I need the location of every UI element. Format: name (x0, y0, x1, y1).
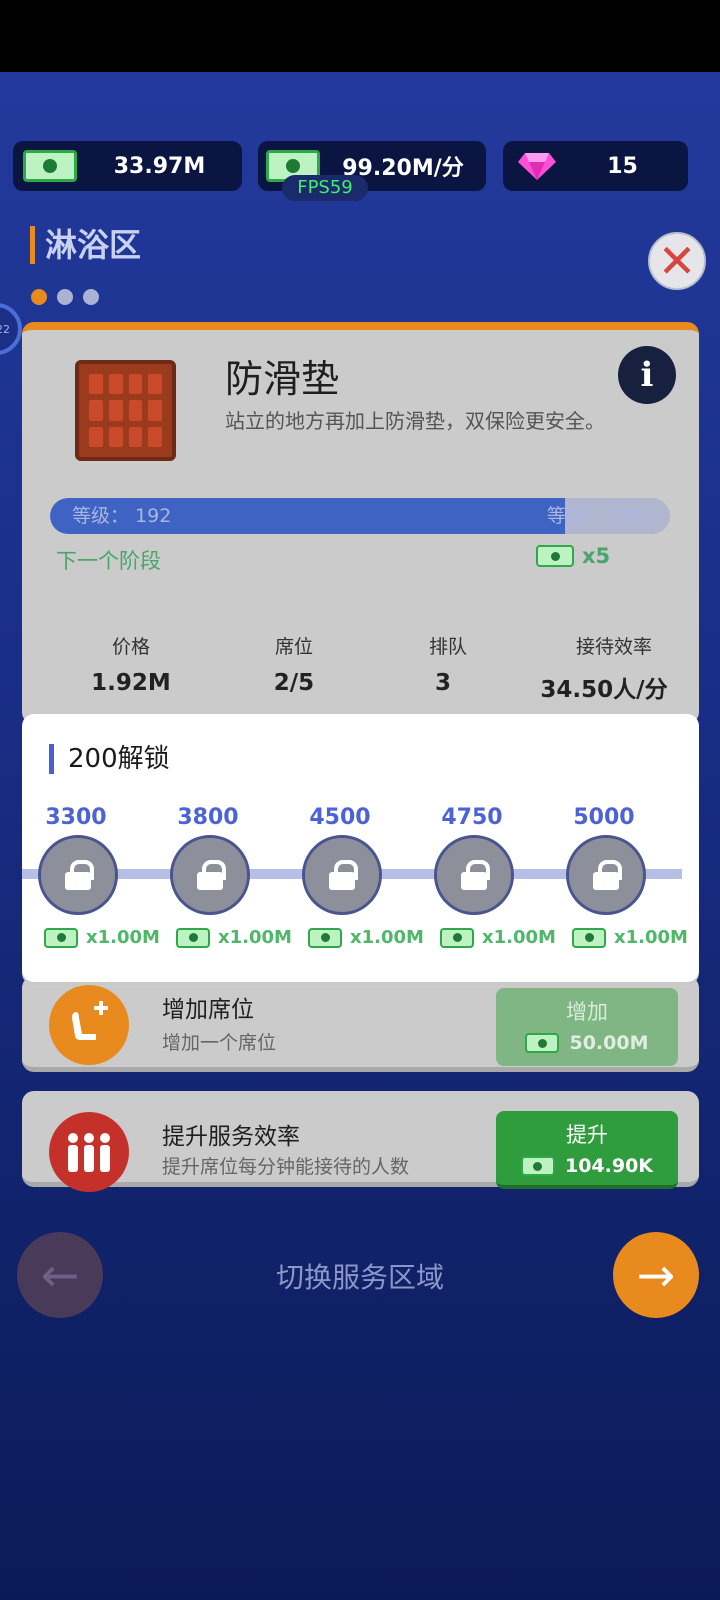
level-current: 等级： 192 (72, 505, 172, 527)
cash-icon (44, 927, 78, 948)
item-name: 防滑垫 (225, 357, 340, 401)
milestone-cost: x1.00M (176, 927, 292, 948)
efficiency-subtitle: 提升席位每分钟能接待的人数 (162, 1156, 410, 1178)
cash-icon (308, 927, 342, 948)
gem-icon (518, 153, 556, 180)
info-button[interactable]: i (618, 346, 676, 404)
milestone-toilet-icon[interactable] (170, 835, 250, 915)
milestone-cost-value: x1.00M (350, 927, 424, 948)
milestone-bath-icon[interactable] (302, 835, 382, 915)
add-seat-button-label: 增加 (566, 1000, 608, 1024)
cash-icon (536, 545, 574, 567)
page-dot-active (31, 289, 47, 305)
milestone-cost-value: x1.00M (86, 927, 160, 948)
stat-label-queue: 排队 (428, 636, 467, 658)
close-icon: ✕ (657, 234, 697, 288)
cash-icon (440, 927, 474, 948)
area-title: 淋浴区 (30, 226, 141, 264)
add-seat-icon (49, 985, 129, 1065)
upgrade-efficiency-button[interactable]: 提升 104.90K (496, 1111, 678, 1189)
anti-slip-mat-icon (75, 360, 176, 461)
milestone-level: 5000 (573, 805, 635, 830)
cash-counter: 33.97M (13, 141, 242, 191)
add-seat-cost: 50.00M (496, 1032, 678, 1054)
cash-icon (520, 1156, 555, 1176)
milestone-level: 3800 (177, 805, 239, 830)
add-seat-button[interactable]: 增加 50.00M (496, 988, 678, 1066)
item-description: 站立的地方再加上防滑垫，双保险更安全。 (225, 409, 605, 433)
milestone-cost-value: x1.00M (614, 927, 688, 948)
prev-area-button[interactable]: ← (17, 1232, 103, 1318)
add-seat-title: 增加席位 (162, 997, 254, 1023)
milestone-cost: x1.00M (572, 927, 688, 948)
milestone-shower-icon[interactable] (434, 835, 514, 915)
milestone-toilet-icon[interactable] (38, 835, 118, 915)
cash-icon (176, 927, 210, 948)
milestone-cost-value: x1.00M (482, 927, 556, 948)
lock-icon (329, 860, 358, 890)
close-button[interactable]: ✕ (648, 232, 706, 290)
upgrade-cost-value: 104.90K (564, 1155, 654, 1177)
reward-value: x5 (582, 544, 611, 568)
page-indicator (31, 289, 99, 305)
milestone-cost: x1.00M (44, 927, 160, 948)
next-area-button[interactable]: → (613, 1232, 699, 1318)
arrow-right-icon: → (636, 1248, 676, 1302)
stat-value-efficiency: 34.50人/分 (540, 677, 668, 703)
add-seat-subtitle: 增加一个席位 (162, 1032, 277, 1054)
stat-value-price: 1.92M (91, 670, 171, 696)
stat-label-price: 价格 (111, 636, 150, 658)
level-progress-bar: 等级： 192 等级： 200 (50, 498, 670, 534)
switch-area-label: 切换服务区域 (275, 1261, 444, 1294)
milestone-cost: x1.00M (440, 927, 556, 948)
cash-icon (572, 927, 606, 948)
cash-icon (525, 1033, 560, 1053)
side-ring-label: 22 (0, 322, 10, 336)
milestone-level: 3300 (45, 805, 107, 830)
upgrade-cost: 104.90K (496, 1155, 678, 1177)
people-icon (49, 1112, 129, 1192)
add-seat-cost-value: 50.00M (569, 1032, 649, 1054)
milestone-level: 4500 (309, 805, 371, 830)
page-dot (57, 289, 73, 305)
status-bar (0, 0, 720, 72)
milestone-cost: x1.00M (308, 927, 424, 948)
unlock-popup-title: 200解锁 (49, 744, 170, 774)
milestone-shower-icon[interactable] (566, 835, 646, 915)
level-target: 等级： 200 (546, 505, 646, 527)
upgrade-button-label: 提升 (566, 1123, 608, 1147)
lock-icon (461, 860, 490, 890)
fps-counter: FPS59 (282, 175, 368, 201)
stat-label-efficiency: 接待效率 (575, 636, 652, 658)
cash-icon (23, 150, 77, 182)
cash-value: 33.97M (113, 153, 206, 179)
lock-icon (197, 860, 226, 890)
next-stage-label: 下一个阶段 (56, 549, 161, 573)
efficiency-title: 提升服务效率 (162, 1124, 300, 1150)
lock-icon (65, 860, 94, 890)
gem-value: 15 (607, 153, 638, 179)
milestone-cost-value: x1.00M (218, 927, 292, 948)
lock-icon (593, 860, 622, 890)
stage-reward: x5 (536, 544, 610, 568)
arrow-left-icon: ← (40, 1248, 80, 1302)
gem-counter: 15 (503, 141, 688, 191)
page-dot (83, 289, 99, 305)
stat-label-seats: 席位 (274, 636, 313, 658)
milestone-level: 4750 (441, 805, 503, 830)
